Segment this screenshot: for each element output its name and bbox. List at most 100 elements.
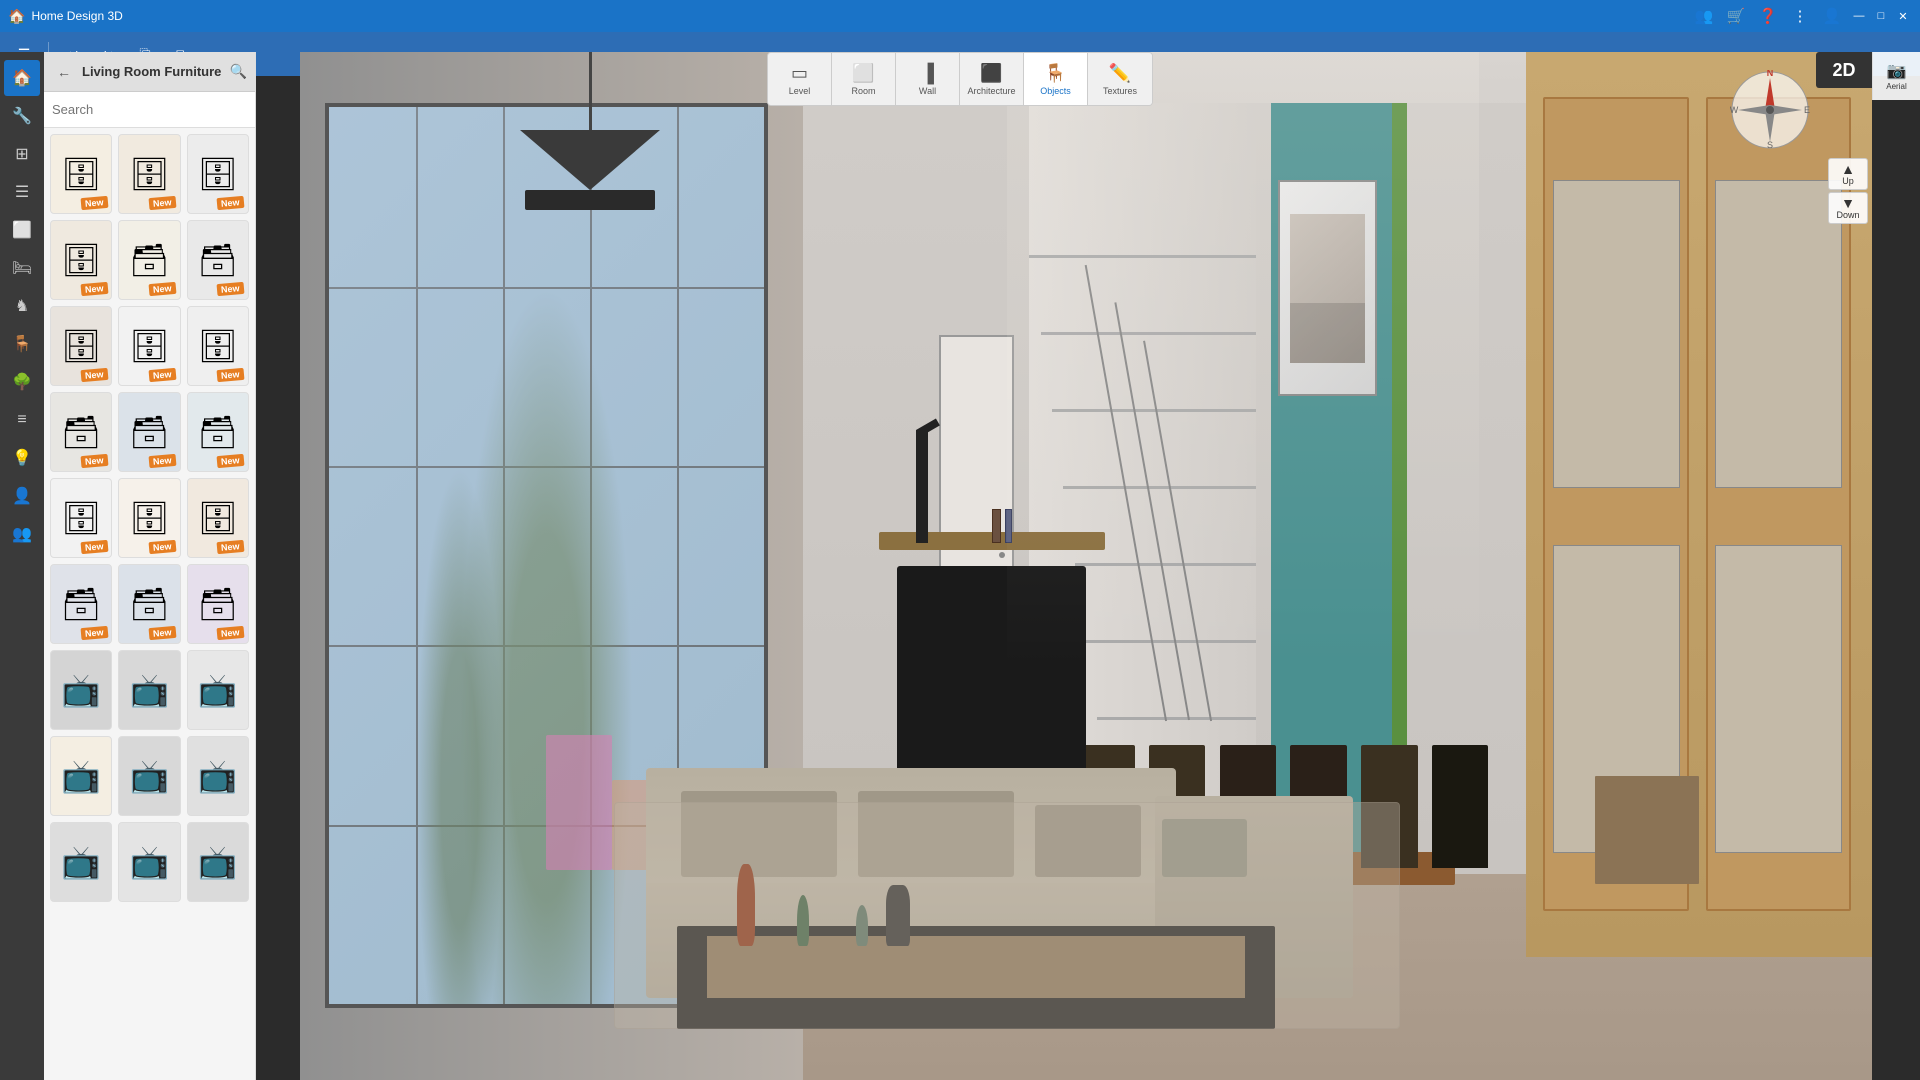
nav-updown: ▲ Up ▼ Down [1824, 158, 1872, 224]
sidebar-icon-lamp[interactable]: 💡 [4, 440, 40, 476]
furniture-item-8[interactable]: 🗄New [118, 306, 180, 386]
new-badge-2: New [149, 196, 176, 210]
furniture-item-12[interactable]: 🗃New [187, 392, 249, 472]
furniture-item-17[interactable]: 🗃New [118, 564, 180, 644]
furniture-item-24[interactable]: 📺 [187, 736, 249, 816]
level-label: Level [789, 86, 811, 96]
new-badge-12: New [217, 454, 244, 468]
furniture-item-26[interactable]: 📺 [118, 822, 180, 902]
tab-level[interactable]: ▭ Level [768, 53, 832, 105]
furniture-item-14[interactable]: 🗄New [118, 478, 180, 558]
aerial-label: Aerial [1886, 82, 1906, 91]
furniture-item-13[interactable]: 🗄New [50, 478, 112, 558]
new-badge-15: New [217, 540, 244, 554]
down-label: Down [1836, 210, 1859, 220]
up-button[interactable]: ▲ Up [1828, 158, 1868, 190]
app-icon: 🏠 [8, 8, 25, 25]
sidebar-icon-horse[interactable]: ♞ [4, 288, 40, 324]
down-button[interactable]: ▼ Down [1828, 192, 1868, 224]
new-badge-4: New [80, 282, 107, 296]
mode-tabs: ▭ Level ⬜ Room ▐ Wall ⬛ Architecture 🪑 O… [767, 52, 1153, 106]
furniture-item-3[interactable]: 🗄New [187, 134, 249, 214]
right-cabinets [1526, 52, 1872, 957]
maximize-button[interactable]: □ [1872, 7, 1890, 25]
tab-room[interactable]: ⬜ Room [832, 53, 896, 105]
furniture-item-15[interactable]: 🗄New [187, 478, 249, 558]
btn-2d[interactable]: 2D [1816, 52, 1872, 88]
new-badge-10: New [80, 454, 107, 468]
hanging-lamp [520, 52, 660, 210]
panel-header: ← Living Room Furniture 🔍 [44, 52, 255, 92]
furniture-preview-20: 📺 [119, 651, 179, 729]
sidebar-icon-tools[interactable]: 🔧 [4, 98, 40, 134]
furniture-item-9[interactable]: 🗄New [187, 306, 249, 386]
minimize-button[interactable]: — [1850, 7, 1868, 25]
furniture-item-23[interactable]: 📺 [118, 736, 180, 816]
furniture-preview-23: 📺 [119, 737, 179, 815]
furniture-preview-25: 📺 [51, 823, 111, 901]
furniture-item-25[interactable]: 📺 [50, 822, 112, 902]
up-arrow-icon: ▲ [1841, 162, 1855, 176]
tab-objects[interactable]: 🪑 Objects [1024, 53, 1088, 105]
furniture-item-19[interactable]: 📺 [50, 650, 112, 730]
new-badge-16: New [80, 626, 107, 640]
tab-architecture[interactable]: ⬛ Architecture [960, 53, 1024, 105]
users-icon[interactable]: 👥 [1690, 2, 1718, 30]
objects-label: Objects [1040, 86, 1071, 96]
aerial-button[interactable]: 📷 Aerial [1877, 58, 1917, 94]
search-input[interactable] [52, 102, 247, 117]
furniture-item-11[interactable]: 🗃New [118, 392, 180, 472]
furniture-item-20[interactable]: 📺 [118, 650, 180, 730]
furniture-item-6[interactable]: 🗃New [187, 220, 249, 300]
furniture-item-21[interactable]: 📺 [187, 650, 249, 730]
tab-textures[interactable]: ✏️ Textures [1088, 53, 1152, 105]
furniture-item-10[interactable]: 🗃New [50, 392, 112, 472]
furniture-item-22[interactable]: 📺 [50, 736, 112, 816]
painting [1278, 180, 1376, 396]
compass: N S E W [1730, 70, 1810, 150]
new-badge-8: New [149, 368, 176, 382]
user-icon[interactable]: 👤 [1818, 2, 1846, 30]
sidebar-icon-group[interactable]: 👥 [4, 516, 40, 552]
help-icon[interactable]: ❓ [1754, 2, 1782, 30]
new-badge-6: New [217, 282, 244, 296]
furniture-item-1[interactable]: 🗄New [50, 134, 112, 214]
aerial-icon: 📷 [1887, 61, 1907, 81]
furniture-item-27[interactable]: 📺 [187, 822, 249, 902]
more-icon[interactable]: ⋮ [1786, 2, 1814, 30]
svg-text:W: W [1730, 105, 1739, 115]
right-toolbar: 📷 Aerial [1872, 52, 1920, 100]
sidebar-icon-person[interactable]: 👤 [4, 478, 40, 514]
furniture-preview-19: 📺 [51, 651, 111, 729]
desk-lamp [916, 430, 927, 543]
tab-wall[interactable]: ▐ Wall [896, 53, 960, 105]
svg-text:E: E [1804, 105, 1810, 115]
sidebar-icon-grid[interactable]: ⊞ [4, 136, 40, 172]
back-button[interactable]: ← [52, 60, 76, 84]
furniture-item-7[interactable]: 🗄New [50, 306, 112, 386]
architecture-label: Architecture [967, 86, 1015, 96]
close-button[interactable]: ✕ [1894, 7, 1912, 25]
new-badge-3: New [217, 196, 244, 210]
search-icon[interactable]: 🔍 [230, 63, 247, 80]
furniture-item-4[interactable]: 🗄New [50, 220, 112, 300]
wall-label: Wall [919, 86, 936, 96]
sidebar-icon-box[interactable]: ⬜ [4, 212, 40, 248]
panel-title: Living Room Furniture [82, 64, 224, 79]
sidebar-icon-tree[interactable]: 🌳 [4, 364, 40, 400]
sidebar-icon-layers[interactable]: ☰ [4, 174, 40, 210]
sidebar-icon-house[interactable]: 🏠 [4, 60, 40, 96]
down-arrow-icon: ▼ [1841, 196, 1855, 210]
furniture-item-5[interactable]: 🗃New [118, 220, 180, 300]
new-badge-5: New [149, 282, 176, 296]
furniture-item-2[interactable]: 🗄New [118, 134, 180, 214]
furniture-item-16[interactable]: 🗃New [50, 564, 112, 644]
sidebar-icon-lines[interactable]: ≡ [4, 402, 40, 438]
viewport[interactable] [300, 52, 1872, 1080]
furniture-preview-22: 📺 [51, 737, 111, 815]
sidebar-icon-chair[interactable]: 🪑 [4, 326, 40, 362]
cart-icon[interactable]: 🛒 [1722, 2, 1750, 30]
furniture-item-18[interactable]: 🗃New [187, 564, 249, 644]
sidebar-icon-bed[interactable]: 🛏 [4, 250, 40, 286]
wall-icon: ▐ [921, 63, 934, 84]
